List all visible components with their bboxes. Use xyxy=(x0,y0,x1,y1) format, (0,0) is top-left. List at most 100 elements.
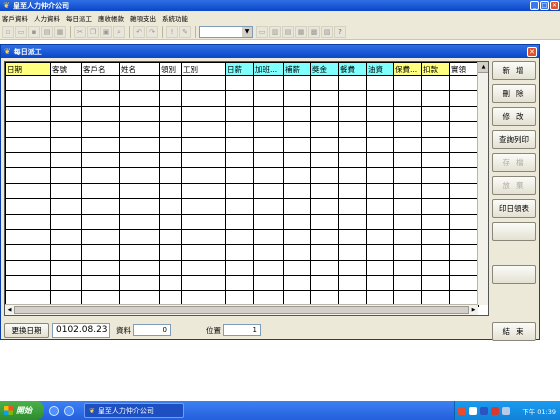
table-cell[interactable] xyxy=(338,244,367,261)
table-cell[interactable] xyxy=(366,136,394,153)
table-cell[interactable] xyxy=(5,228,51,246)
table-cell[interactable] xyxy=(310,74,339,92)
table-cell[interactable] xyxy=(50,213,82,230)
table-cell[interactable] xyxy=(253,151,284,169)
table-cell[interactable] xyxy=(119,151,160,169)
menu-receivables[interactable]: 應收帳款 xyxy=(98,13,124,23)
table-cell[interactable] xyxy=(449,213,479,230)
horizontal-scrollbar[interactable]: ◀ ▶ xyxy=(5,304,478,315)
table-cell[interactable] xyxy=(393,90,422,107)
table-cell[interactable] xyxy=(393,121,422,138)
table-cell[interactable] xyxy=(421,167,450,184)
table-cell[interactable] xyxy=(310,151,339,169)
table-cell[interactable] xyxy=(421,182,450,200)
close-button[interactable]: ✕ xyxy=(550,1,559,10)
preview-icon[interactable]: ▦ xyxy=(54,25,66,38)
table-row[interactable] xyxy=(5,182,479,200)
table-cell[interactable] xyxy=(310,136,339,153)
print-daily-sheet-button[interactable]: 印日領表 xyxy=(492,199,536,218)
table-cell[interactable] xyxy=(225,182,254,200)
col-header-customer-no[interactable]: 客號 xyxy=(50,62,82,76)
table-cell[interactable] xyxy=(119,244,160,261)
table-cell[interactable] xyxy=(421,213,450,230)
table-cell[interactable] xyxy=(283,213,311,230)
table-cell[interactable] xyxy=(5,74,51,92)
table-cell[interactable] xyxy=(366,151,394,169)
col-header-meal[interactable]: 餐費 xyxy=(338,62,367,76)
table-cell[interactable] xyxy=(181,182,226,200)
table-cell[interactable] xyxy=(81,105,120,123)
table-row[interactable] xyxy=(5,167,479,184)
col-header-name[interactable]: 姓名 xyxy=(119,62,160,76)
table-cell[interactable] xyxy=(5,90,51,107)
tray-security-icon[interactable] xyxy=(491,406,499,415)
table-cell[interactable] xyxy=(338,259,367,277)
table-cell[interactable] xyxy=(253,167,284,184)
save-button[interactable]: 存檔 xyxy=(492,153,536,172)
table-cell[interactable] xyxy=(338,151,367,169)
taskbar-app-button[interactable]: ❦ 皇至人力仲介公司 xyxy=(84,403,184,418)
table-cell[interactable] xyxy=(50,136,82,153)
table-cell[interactable] xyxy=(159,198,182,215)
table-row[interactable] xyxy=(5,74,479,92)
table-cell[interactable] xyxy=(159,259,182,277)
redo-icon[interactable]: ↷ xyxy=(146,25,158,38)
table-cell[interactable] xyxy=(225,167,254,184)
table-cell[interactable] xyxy=(393,182,422,200)
table-cell[interactable] xyxy=(50,198,82,215)
table-cell[interactable] xyxy=(5,275,51,292)
table-cell[interactable] xyxy=(50,105,82,123)
table-cell[interactable] xyxy=(283,228,311,246)
col-header-date[interactable]: 日期 xyxy=(5,62,51,76)
table-cell[interactable] xyxy=(421,228,450,246)
table-cell[interactable] xyxy=(225,213,254,230)
tray-ime-icon[interactable] xyxy=(480,406,488,415)
table-cell[interactable] xyxy=(449,74,479,92)
table-cell[interactable] xyxy=(449,182,479,200)
table-cell[interactable] xyxy=(5,151,51,169)
table-cell[interactable] xyxy=(159,90,182,107)
col-header-supplement[interactable]: 補薪 xyxy=(283,62,311,76)
table-cell[interactable] xyxy=(5,259,51,277)
table-cell[interactable] xyxy=(50,182,82,200)
date-field[interactable]: 0102.08.23 xyxy=(52,322,110,338)
col-header-work-type[interactable]: 工別 xyxy=(181,62,226,76)
scroll-right-icon[interactable]: ▶ xyxy=(469,305,478,315)
table-cell[interactable] xyxy=(283,136,311,153)
change-date-button[interactable]: 更換日期 xyxy=(4,322,49,338)
col-header-lead-type[interactable]: 領別 xyxy=(159,62,182,76)
table-cell[interactable] xyxy=(81,182,120,200)
tile-icon[interactable]: ▥ xyxy=(269,25,281,38)
vertical-scrollbar[interactable]: ▲ xyxy=(477,62,488,305)
table-cell[interactable] xyxy=(50,90,82,107)
table-cell[interactable] xyxy=(159,182,182,200)
table-cell[interactable] xyxy=(310,213,339,230)
table-cell[interactable] xyxy=(366,74,394,92)
help-icon[interactable]: ? xyxy=(334,25,346,38)
table-cell[interactable] xyxy=(310,228,339,246)
table-cell[interactable] xyxy=(338,121,367,138)
table-cell[interactable] xyxy=(119,213,160,230)
table-cell[interactable] xyxy=(421,90,450,107)
table-cell[interactable] xyxy=(338,105,367,123)
table-cell[interactable] xyxy=(338,74,367,92)
table-cell[interactable] xyxy=(50,74,82,92)
table-cell[interactable] xyxy=(393,213,422,230)
menu-customer-data[interactable]: 客戶資料 xyxy=(2,13,28,23)
table-row[interactable] xyxy=(5,105,479,123)
table-cell[interactable] xyxy=(119,228,160,246)
table-cell[interactable] xyxy=(181,74,226,92)
table-cell[interactable] xyxy=(449,136,479,153)
db-icon[interactable]: ▩ xyxy=(308,25,320,38)
table-cell[interactable] xyxy=(159,228,182,246)
tray-network-icon[interactable] xyxy=(469,406,477,415)
open-file-icon[interactable]: ▭ xyxy=(15,25,27,38)
table-cell[interactable] xyxy=(253,259,284,277)
table-cell[interactable] xyxy=(225,198,254,215)
start-button[interactable]: 開始 xyxy=(0,401,44,420)
table-cell[interactable] xyxy=(253,90,284,107)
table-cell[interactable] xyxy=(366,198,394,215)
table-cell[interactable] xyxy=(449,167,479,184)
table-cell[interactable] xyxy=(119,121,160,138)
table-cell[interactable] xyxy=(119,259,160,277)
